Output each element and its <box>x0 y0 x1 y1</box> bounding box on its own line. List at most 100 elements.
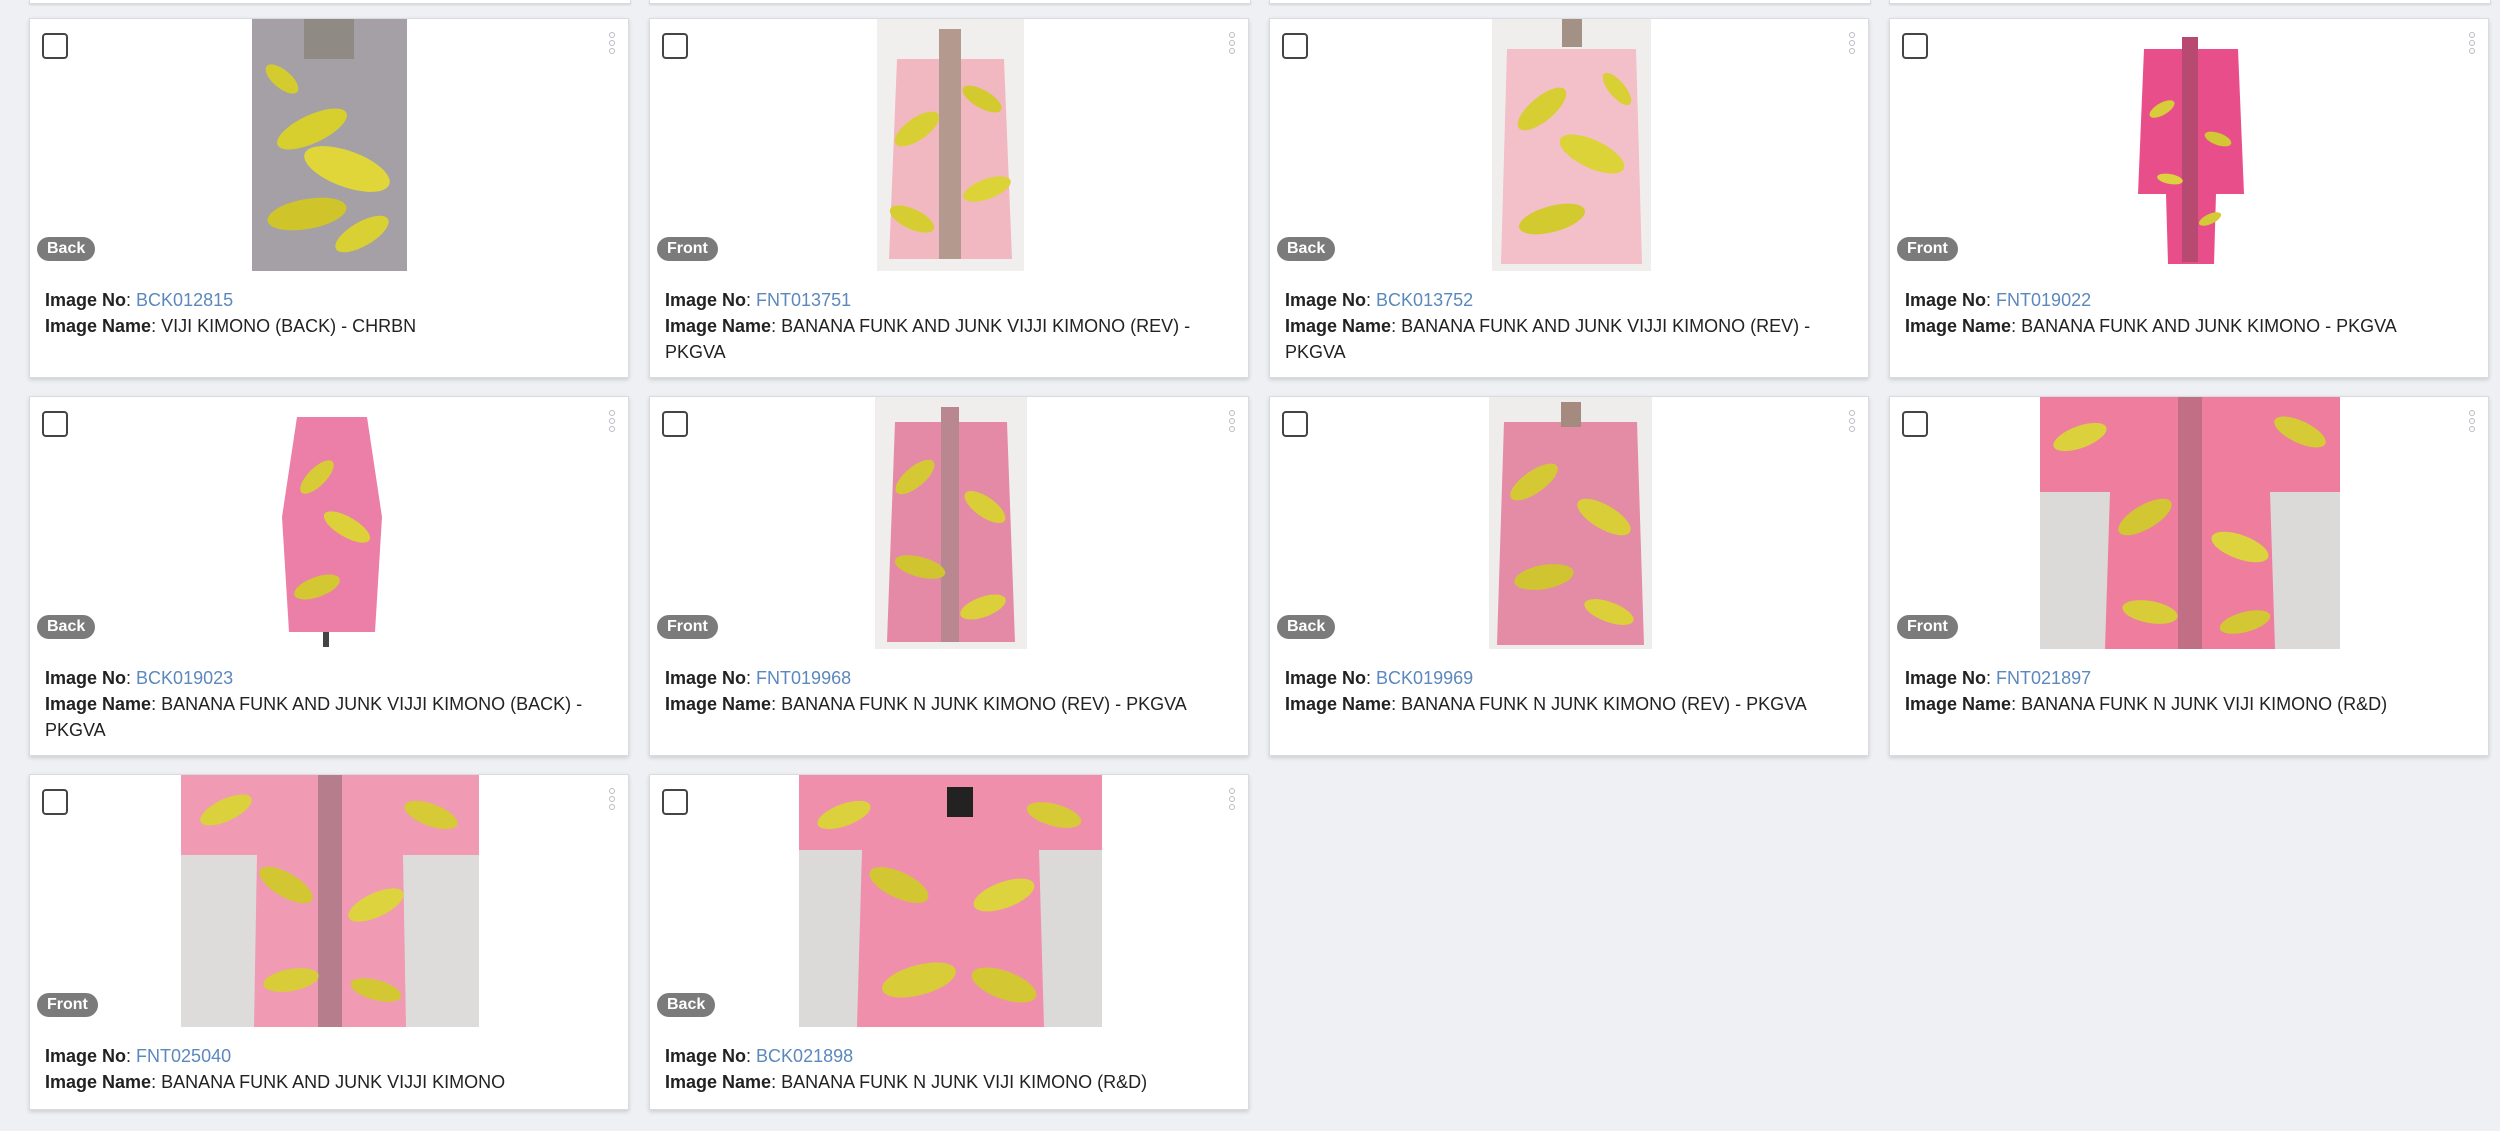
more-options-icon[interactable] <box>2468 410 2476 432</box>
view-badge: Front <box>37 993 98 1017</box>
view-badge: Front <box>1897 237 1958 261</box>
more-options-icon[interactable] <box>1228 32 1236 54</box>
view-badge: Back <box>37 237 96 261</box>
image-card[interactable]: Back Image No: BCK021898 Image Name: BAN… <box>649 774 1249 1110</box>
image-name-value: BANANA FUNK AND JUNK VIJJI KIMONO <box>161 1072 506 1092</box>
select-checkbox[interactable] <box>1282 411 1308 437</box>
image-name-label: Image Name <box>45 316 152 336</box>
image-card[interactable]: Front Image No: FNT013751 Image Name: BA… <box>649 18 1249 378</box>
view-badge: Front <box>657 615 718 639</box>
more-options-icon[interactable] <box>2468 32 2476 54</box>
more-options-icon[interactable] <box>608 32 616 54</box>
image-no-link[interactable]: BCK019969 <box>1376 668 1473 688</box>
image-no-label: Image No <box>665 290 747 310</box>
image-no-link[interactable]: BCK013752 <box>1376 290 1473 310</box>
kimono-thumbnail[interactable] <box>181 775 479 1027</box>
image-no-label: Image No <box>45 290 127 310</box>
image-no-row: Image No: FNT019968 <box>665 668 852 688</box>
image-meta: Image No: FNT021897 Image Name: BANANA F… <box>1905 665 2464 717</box>
kimono-thumbnail[interactable] <box>1489 397 1652 649</box>
select-checkbox[interactable] <box>662 789 688 815</box>
more-options-icon[interactable] <box>1848 410 1856 432</box>
select-checkbox[interactable] <box>662 33 688 59</box>
kimono-thumbnail[interactable] <box>1492 19 1651 271</box>
image-card[interactable]: Back Image No: BCK013752 Image Name: BAN… <box>1269 18 1869 378</box>
more-options-icon[interactable] <box>1228 410 1236 432</box>
image-no-label: Image No <box>665 1046 747 1066</box>
kimono-thumbnail[interactable] <box>875 397 1027 649</box>
view-badge: Back <box>1277 615 1336 639</box>
view-badge: Front <box>1897 615 1958 639</box>
select-checkbox[interactable] <box>1902 411 1928 437</box>
image-no-row: Image No: BCK013752 <box>1285 290 1474 310</box>
select-checkbox[interactable] <box>1282 33 1308 59</box>
select-checkbox[interactable] <box>42 33 68 59</box>
image-name-value: BANANA FUNK N JUNK KIMONO (REV) - PKGVA <box>1401 694 1807 714</box>
more-options-icon[interactable] <box>608 410 616 432</box>
image-no-row: Image No: BCK019969 <box>1285 668 1474 688</box>
image-no-row: Image No: BCK021898 <box>665 1046 854 1066</box>
image-card[interactable]: Front Image No: FNT019968 Image Name: BA… <box>649 396 1249 756</box>
previous-row-card-edge <box>649 0 1251 4</box>
image-no-link[interactable]: FNT025040 <box>136 1046 231 1066</box>
select-checkbox[interactable] <box>42 789 68 815</box>
view-badge: Back <box>657 993 716 1017</box>
image-no-label: Image No <box>1285 290 1367 310</box>
image-no-link[interactable]: FNT021897 <box>1996 668 2091 688</box>
kimono-thumbnail[interactable] <box>799 775 1102 1027</box>
more-options-icon[interactable] <box>1848 32 1856 54</box>
image-card[interactable]: Front Image No: FNT025040 Image Name: BA… <box>29 774 629 1110</box>
image-name-row: Image Name: BANANA FUNK N JUNK KIMONO (R… <box>1285 694 1807 714</box>
image-no-link[interactable]: FNT013751 <box>756 290 851 310</box>
image-no-label: Image No <box>1905 290 1987 310</box>
kimono-thumbnail[interactable] <box>267 397 395 649</box>
image-name-label: Image Name <box>665 1072 772 1092</box>
image-no-label: Image No <box>1285 668 1367 688</box>
image-name-label: Image Name <box>45 694 152 714</box>
image-meta: Image No: FNT019968 Image Name: BANANA F… <box>665 665 1224 717</box>
image-name-label: Image Name <box>665 694 772 714</box>
image-no-link[interactable]: FNT019022 <box>1996 290 2091 310</box>
image-name-label: Image Name <box>1905 694 2012 714</box>
image-no-row: Image No: FNT013751 <box>665 290 852 310</box>
image-card[interactable]: Back Image No: BCK012815 Image Name: VIJ… <box>29 18 629 378</box>
previous-row-card-edge <box>1269 0 1871 4</box>
image-name-label: Image Name <box>45 1072 152 1092</box>
image-meta: Image No: FNT025040 Image Name: BANANA F… <box>45 1043 604 1095</box>
image-name-label: Image Name <box>665 316 772 336</box>
image-card[interactable]: Back Image No: BCK019023 Image Name: BAN… <box>29 396 629 756</box>
more-options-icon[interactable] <box>608 788 616 810</box>
image-meta: Image No: BCK013752 Image Name: BANANA F… <box>1285 287 1844 365</box>
image-no-link[interactable]: BCK021898 <box>756 1046 853 1066</box>
kimono-thumbnail[interactable] <box>2040 397 2340 649</box>
image-name-row: Image Name: BANANA FUNK N JUNK VIJI KIMO… <box>665 1072 1148 1092</box>
kimono-thumbnail[interactable] <box>252 19 407 271</box>
select-checkbox[interactable] <box>42 411 68 437</box>
image-no-link[interactable]: FNT019968 <box>756 668 851 688</box>
image-name-row: Image Name: VIJI KIMONO (BACK) - CHRBN <box>45 316 417 336</box>
image-name-row: Image Name: BANANA FUNK N JUNK VIJI KIMO… <box>1905 694 2388 714</box>
kimono-thumbnail[interactable] <box>2122 19 2260 271</box>
image-card[interactable]: Front Image No: FNT021897 Image Name: BA… <box>1889 396 2489 756</box>
image-meta: Image No: BCK021898 Image Name: BANANA F… <box>665 1043 1224 1095</box>
view-badge: Back <box>37 615 96 639</box>
previous-row-card-edge <box>1889 0 2491 4</box>
image-name-label: Image Name <box>1285 694 1392 714</box>
image-name-value: BANANA FUNK N JUNK VIJI KIMONO (R&D) <box>2021 694 2388 714</box>
image-no-link[interactable]: BCK012815 <box>136 290 233 310</box>
select-checkbox[interactable] <box>1902 33 1928 59</box>
image-card[interactable]: Front Image No: FNT019022 Image Name: BA… <box>1889 18 2489 378</box>
image-name-value: BANANA FUNK AND JUNK KIMONO - PKGVA <box>2021 316 2397 336</box>
image-card[interactable]: Back Image No: BCK019969 Image Name: BAN… <box>1269 396 1869 756</box>
image-no-label: Image No <box>1905 668 1987 688</box>
more-options-icon[interactable] <box>1228 788 1236 810</box>
image-meta: Image No: FNT019022 Image Name: BANANA F… <box>1905 287 2464 339</box>
kimono-thumbnail[interactable] <box>877 19 1024 271</box>
image-meta: Image No: BCK019969 Image Name: BANANA F… <box>1285 665 1844 717</box>
image-meta: Image No: BCK019023 Image Name: BANANA F… <box>45 665 604 743</box>
image-name-row: Image Name: BANANA FUNK AND JUNK VIJJI K… <box>45 694 583 740</box>
image-meta: Image No: FNT013751 Image Name: BANANA F… <box>665 287 1224 365</box>
image-gallery-grid: Back Image No: BCK012815 Image Name: VIJ… <box>29 18 2489 1110</box>
image-no-link[interactable]: BCK019023 <box>136 668 233 688</box>
select-checkbox[interactable] <box>662 411 688 437</box>
